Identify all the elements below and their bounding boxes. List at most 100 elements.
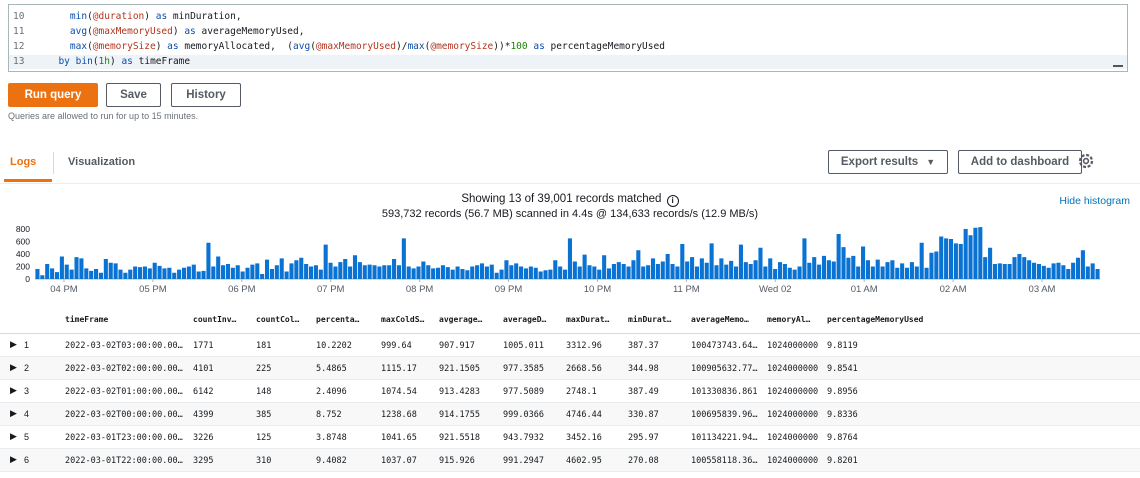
- histogram-bar[interactable]: [54, 272, 60, 280]
- hide-histogram-link[interactable]: Hide histogram: [1059, 195, 1130, 207]
- tab-logs[interactable]: Logs: [10, 156, 36, 168]
- histogram-bar[interactable]: [787, 267, 792, 279]
- histogram-bar[interactable]: [59, 256, 64, 280]
- histogram-bar[interactable]: [748, 264, 753, 279]
- histogram-bar[interactable]: [851, 255, 856, 280]
- histogram-bar[interactable]: [279, 258, 284, 280]
- histogram-bar[interactable]: [260, 274, 265, 279]
- histogram-bar[interactable]: [988, 247, 993, 279]
- column-header[interactable]: timeFrame: [65, 315, 108, 324]
- histogram-bar[interactable]: [294, 260, 299, 279]
- histogram-bar[interactable]: [133, 266, 138, 280]
- histogram-bar[interactable]: [895, 267, 900, 279]
- histogram-bar[interactable]: [680, 244, 685, 279]
- histogram-bar[interactable]: [694, 266, 700, 280]
- histogram-bar[interactable]: [572, 261, 577, 280]
- column-header[interactable]: averageMemo…: [691, 315, 749, 324]
- histogram-bar[interactable]: [1027, 260, 1032, 279]
- histogram-bar[interactable]: [416, 266, 421, 280]
- histogram-bar[interactable]: [768, 258, 773, 280]
- histogram-bar[interactable]: [963, 229, 968, 279]
- code-line[interactable]: 13 by bin(1h) as timeFrame: [9, 55, 1127, 69]
- histogram-bar[interactable]: [235, 265, 240, 279]
- histogram-bar[interactable]: [1012, 257, 1017, 280]
- histogram-bar[interactable]: [445, 267, 450, 280]
- histogram-bar[interactable]: [1017, 254, 1022, 279]
- histogram-bar[interactable]: [738, 244, 743, 280]
- histogram-bar[interactable]: [636, 250, 641, 279]
- histogram-bar[interactable]: [367, 264, 372, 279]
- histogram-bar[interactable]: [147, 268, 152, 280]
- table-row[interactable]: ▶ 5 2022-03-01T23:00:00.00… 3226 125 3.8748 10…: [0, 426, 1140, 449]
- histogram-bar[interactable]: [94, 269, 99, 279]
- histogram-bar[interactable]: [939, 236, 944, 280]
- histogram-bar[interactable]: [450, 269, 455, 280]
- table-row[interactable]: ▶ 3 2022-03-02T01:00:00.00… 6142 148 2.4096 10…: [0, 380, 1140, 403]
- histogram-bar[interactable]: [714, 265, 719, 279]
- histogram-bar[interactable]: [983, 257, 988, 280]
- histogram-bar[interactable]: [50, 268, 55, 280]
- histogram-bar[interactable]: [812, 257, 817, 280]
- history-button[interactable]: History: [171, 83, 241, 107]
- histogram-bar[interactable]: [553, 260, 558, 279]
- histogram-bar[interactable]: [885, 262, 890, 280]
- histogram-bar[interactable]: [616, 262, 621, 280]
- histogram-bar[interactable]: [181, 267, 187, 279]
- histogram-bar[interactable]: [592, 266, 597, 280]
- histogram-bar[interactable]: [103, 259, 108, 279]
- histogram-bar[interactable]: [304, 264, 309, 279]
- histogram-bar[interactable]: [484, 266, 489, 280]
- histogram-bar[interactable]: [582, 254, 587, 280]
- histogram-bar[interactable]: [221, 265, 226, 279]
- histogram-bar[interactable]: [523, 268, 529, 280]
- histogram-bar[interactable]: [460, 269, 465, 279]
- histogram-bar[interactable]: [289, 263, 294, 280]
- histogram-bar[interactable]: [699, 258, 704, 280]
- histogram-bar[interactable]: [973, 227, 978, 279]
- histogram-bar[interactable]: [626, 266, 631, 280]
- histogram-bar[interactable]: [308, 266, 314, 280]
- histogram-bar[interactable]: [69, 269, 74, 280]
- histogram-bar[interactable]: [250, 264, 255, 279]
- histogram-bar[interactable]: [191, 264, 196, 279]
- histogram-bar[interactable]: [606, 268, 612, 280]
- histogram-bar[interactable]: [1085, 266, 1090, 280]
- expand-row-icon[interactable]: ▶: [10, 339, 17, 350]
- histogram-bar[interactable]: [597, 269, 602, 280]
- column-header[interactable]: averageD…: [503, 315, 546, 324]
- query-editor[interactable]: 10 min(@duration) as minDuration, 11 avg(…: [8, 4, 1128, 72]
- histogram-bar[interactable]: [470, 266, 475, 280]
- histogram-bar[interactable]: [401, 238, 406, 280]
- histogram-bar[interactable]: [631, 260, 636, 279]
- histogram-bar[interactable]: [538, 271, 543, 280]
- histogram-bar[interactable]: [1090, 263, 1095, 280]
- histogram-bar[interactable]: [650, 258, 656, 280]
- histogram-bar[interactable]: [479, 263, 485, 280]
- column-header[interactable]: percentageMemoryUsed: [827, 315, 923, 324]
- histogram-bar[interactable]: [909, 262, 914, 280]
- histogram-bar[interactable]: [392, 259, 397, 279]
- histogram-bar[interactable]: [724, 264, 729, 279]
- histogram-bar[interactable]: [35, 269, 40, 279]
- histogram-bar[interactable]: [821, 255, 827, 280]
- histogram-bar[interactable]: [890, 260, 895, 279]
- histogram-bar[interactable]: [162, 268, 167, 280]
- histogram-bar[interactable]: [455, 266, 460, 280]
- histogram-bar[interactable]: [1051, 263, 1056, 280]
- expand-row-icon[interactable]: ▶: [10, 362, 17, 373]
- histogram-bar[interactable]: [655, 264, 660, 279]
- histogram-bar[interactable]: [123, 272, 128, 279]
- histogram-bar[interactable]: [299, 257, 304, 279]
- histogram-bar[interactable]: [782, 264, 787, 279]
- histogram-bar[interactable]: [865, 260, 870, 279]
- histogram-bar[interactable]: [504, 260, 509, 279]
- histogram-bar[interactable]: [494, 272, 499, 279]
- histogram-bar[interactable]: [240, 271, 245, 280]
- column-header[interactable]: avgerage…: [439, 315, 482, 324]
- histogram-bar[interactable]: [777, 262, 783, 280]
- histogram-bar[interactable]: [519, 266, 524, 280]
- histogram-bar[interactable]: [74, 257, 79, 280]
- histogram-bar[interactable]: [475, 265, 480, 279]
- histogram-bar[interactable]: [978, 227, 983, 279]
- histogram-bar[interactable]: [411, 268, 416, 280]
